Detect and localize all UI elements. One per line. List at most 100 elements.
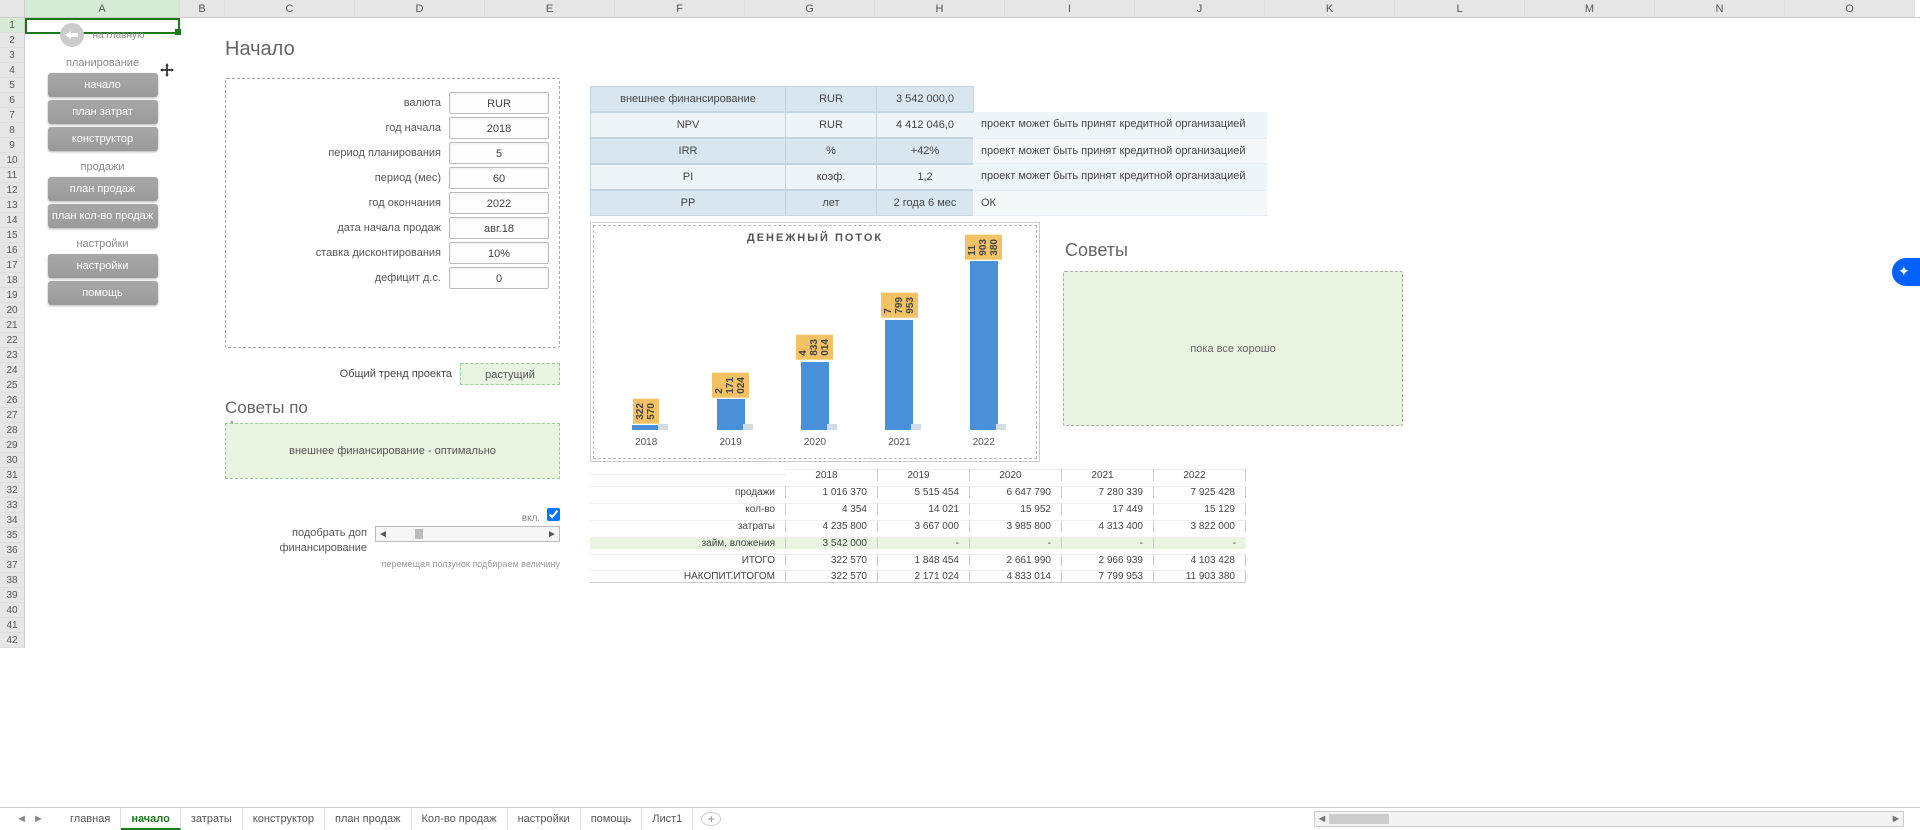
slider-track[interactable] [390, 527, 545, 541]
sheet-tab[interactable]: конструктор [243, 808, 325, 830]
sheet-tab[interactable]: Лист1 [642, 808, 693, 830]
row-header-17[interactable]: 17 [0, 258, 25, 273]
row-header-23[interactable]: 23 [0, 348, 25, 363]
row-header-28[interactable]: 28 [0, 423, 25, 438]
slider-left-arrow[interactable]: ◄ [376, 529, 390, 540]
param-year-end-value[interactable]: 2022 [449, 192, 549, 214]
row-header-15[interactable]: 15 [0, 228, 25, 243]
nav-sales-plan-button[interactable]: план продаж [48, 177, 158, 201]
row-header-34[interactable]: 34 [0, 513, 25, 528]
row-header-32[interactable]: 32 [0, 483, 25, 498]
col-header-I[interactable]: I [1005, 0, 1135, 17]
sheet-tab[interactable]: главная [60, 808, 121, 830]
row-header-27[interactable]: 27 [0, 408, 25, 423]
hscroll-left-arrow[interactable]: ◄ [1315, 813, 1329, 825]
row-header-5[interactable]: 5 [0, 78, 25, 93]
row-header-9[interactable]: 9 [0, 138, 25, 153]
row-header-40[interactable]: 40 [0, 603, 25, 618]
bar-value-label: 11 903 380 [965, 235, 1002, 260]
row-header-37[interactable]: 37 [0, 558, 25, 573]
row-header-16[interactable]: 16 [0, 243, 25, 258]
row-header-20[interactable]: 20 [0, 303, 25, 318]
row-header-38[interactable]: 38 [0, 573, 25, 588]
sheet-tab[interactable]: план продаж [325, 808, 411, 830]
param-currency-value[interactable]: RUR [449, 92, 549, 114]
col-header-B[interactable]: B [180, 0, 225, 17]
dropbox-badge-icon[interactable] [1892, 258, 1920, 286]
select-all-corner[interactable] [0, 0, 25, 17]
row-header-11[interactable]: 11 [0, 168, 25, 183]
row-header-10[interactable]: 10 [0, 153, 25, 168]
cashflow-chart[interactable]: ДЕНЕЖНЫЙ ПОТОК 322 5702 171 0244 833 014… [590, 222, 1040, 462]
dopfin-include-checkbox[interactable] [547, 508, 560, 521]
col-header-O[interactable]: O [1785, 0, 1915, 17]
fin-value: 2 года 6 мес [876, 190, 974, 216]
col-header-J[interactable]: J [1135, 0, 1265, 17]
param-period-months-value[interactable]: 60 [449, 167, 549, 189]
row-header-33[interactable]: 33 [0, 498, 25, 513]
nav-constructor-button[interactable]: конструктор [48, 127, 158, 151]
sheet-tab[interactable]: Кол-во продаж [412, 808, 508, 830]
row-header-19[interactable]: 19 [0, 288, 25, 303]
row-header-3[interactable]: 3 [0, 48, 25, 63]
row-header-6[interactable]: 6 [0, 93, 25, 108]
param-deficit-value[interactable]: 0 [449, 267, 549, 289]
row-header-39[interactable]: 39 [0, 588, 25, 603]
nav-help-button[interactable]: помощь [48, 281, 158, 305]
row-header-8[interactable]: 8 [0, 123, 25, 138]
row-header-25[interactable]: 25 [0, 378, 25, 393]
col-header-A[interactable]: A [25, 0, 180, 17]
nav-settings-button[interactable]: настройки [48, 254, 158, 278]
col-header-D[interactable]: D [355, 0, 485, 17]
row-header-41[interactable]: 41 [0, 618, 25, 633]
sheet-tab[interactable]: затраты [181, 808, 243, 830]
row-header-22[interactable]: 22 [0, 333, 25, 348]
lt-row-label: продажи [590, 486, 786, 498]
nav-qty-plan-button[interactable]: план кол-во продаж [48, 204, 158, 228]
row-header-21[interactable]: 21 [0, 318, 25, 333]
row-header-14[interactable]: 14 [0, 213, 25, 228]
col-header-N[interactable]: N [1655, 0, 1785, 17]
row-header-7[interactable]: 7 [0, 108, 25, 123]
param-plan-period-value[interactable]: 5 [449, 142, 549, 164]
hscroll-thumb[interactable] [1329, 814, 1389, 824]
row-header-13[interactable]: 13 [0, 198, 25, 213]
row-header-29[interactable]: 29 [0, 438, 25, 453]
col-header-M[interactable]: M [1525, 0, 1655, 17]
row-header-35[interactable]: 35 [0, 528, 25, 543]
row-header-12[interactable]: 12 [0, 183, 25, 198]
col-header-C[interactable]: C [225, 0, 355, 17]
sheet-tab[interactable]: начало [121, 808, 181, 830]
dopfin-slider[interactable]: ◄ ► [375, 526, 560, 542]
row-header-2[interactable]: 2 [0, 33, 25, 48]
row-header-26[interactable]: 26 [0, 393, 25, 408]
row-header-18[interactable]: 18 [0, 273, 25, 288]
nav-start-button[interactable]: начало [48, 73, 158, 97]
row-header-36[interactable]: 36 [0, 543, 25, 558]
col-header-H[interactable]: H [875, 0, 1005, 17]
sheet-tab[interactable]: настройки [508, 808, 581, 830]
row-header-30[interactable]: 30 [0, 453, 25, 468]
add-sheet-button[interactable]: + [701, 812, 721, 826]
row-header-42[interactable]: 42 [0, 633, 25, 648]
tab-nav-arrows[interactable]: ◄► [0, 813, 60, 825]
sheet-tab[interactable]: помощь [581, 808, 643, 830]
row-header-24[interactable]: 24 [0, 363, 25, 378]
col-header-F[interactable]: F [615, 0, 745, 17]
back-to-main-button[interactable]: на главную [35, 23, 170, 47]
row-header-1[interactable]: 1 [0, 18, 25, 33]
row-header-31[interactable]: 31 [0, 468, 25, 483]
slider-thumb[interactable] [415, 529, 423, 539]
param-year-start-value[interactable]: 2018 [449, 117, 549, 139]
param-sales-start-value[interactable]: авг.18 [449, 217, 549, 239]
param-discount-value[interactable]: 10% [449, 242, 549, 264]
nav-cost-plan-button[interactable]: план затрат [48, 100, 158, 124]
col-header-K[interactable]: K [1265, 0, 1395, 17]
slider-right-arrow[interactable]: ► [545, 529, 559, 540]
col-header-E[interactable]: E [485, 0, 615, 17]
col-header-G[interactable]: G [745, 0, 875, 17]
hscroll-right-arrow[interactable]: ► [1889, 813, 1903, 825]
row-header-4[interactable]: 4 [0, 63, 25, 78]
col-header-L[interactable]: L [1395, 0, 1525, 17]
horizontal-scrollbar[interactable]: ◄ ► [1314, 811, 1904, 827]
